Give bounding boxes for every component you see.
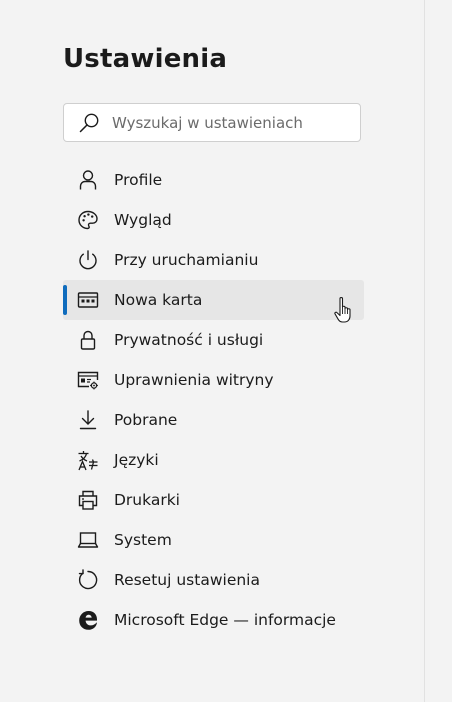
sidebar-item-about[interactable]: Microsoft Edge — informacje: [63, 600, 364, 640]
sidebar-item-label: Microsoft Edge — informacje: [114, 611, 336, 629]
sidebar-item-reset[interactable]: Resetuj ustawienia: [63, 560, 364, 600]
search-box[interactable]: [63, 103, 361, 142]
hand-pointer-cursor-icon: [334, 296, 351, 323]
power-icon: [79, 250, 97, 270]
sidebar-item-label: Prywatność i usługi: [114, 331, 264, 349]
sidebar-item-label: Języki: [114, 451, 159, 469]
laptop-icon: [77, 532, 99, 548]
sidebar-item-printers[interactable]: Drukarki: [63, 480, 364, 520]
sidebar-item-label: Resetuj ustawienia: [114, 571, 260, 589]
sidebar-item-downloads[interactable]: Pobrane: [63, 400, 364, 440]
sidebar-item-appearance[interactable]: Wygląd: [63, 200, 364, 240]
sidebar-item-label: Wygląd: [114, 211, 172, 229]
sidebar-item-system[interactable]: System: [63, 520, 364, 560]
sidebar-item-label: Przy uruchamianiu: [114, 251, 259, 269]
palette-icon: [78, 210, 98, 230]
download-icon: [79, 410, 97, 430]
sidebar-item-new-tab[interactable]: Nowa karta: [63, 280, 364, 320]
sidebar-item-startup[interactable]: Przy uruchamianiu: [63, 240, 364, 280]
selection-indicator: [63, 285, 67, 315]
sidebar-item-site-permissions[interactable]: Uprawnienia witryny: [63, 360, 364, 400]
site-permissions-icon: [77, 371, 99, 390]
reset-icon: [78, 569, 98, 590]
page-title: Ustawienia: [63, 44, 228, 74]
sidebar-item-label: Pobrane: [114, 411, 178, 429]
sidebar-item-privacy[interactable]: Prywatność i usługi: [63, 320, 364, 360]
languages-icon: [78, 451, 98, 471]
sidebar-item-label: System: [114, 531, 172, 549]
search-icon: [79, 113, 99, 133]
new-tab-icon: [77, 292, 99, 308]
search-input[interactable]: [112, 104, 352, 141]
printer-icon: [78, 490, 98, 510]
sidebar-item-label: Profile: [114, 171, 163, 189]
sidebar-item-label: Drukarki: [114, 491, 180, 509]
sidebar-item-label: Nowa karta: [114, 291, 203, 309]
sidebar-item-profile[interactable]: Profile: [63, 160, 364, 200]
sidebar-item-languages[interactable]: Języki: [63, 440, 364, 480]
lock-icon: [80, 330, 96, 350]
person-icon: [79, 170, 97, 190]
sidebar-item-label: Uprawnienia witryny: [114, 371, 274, 389]
settings-nav: Profile Wygląd Przy uruchamianiu Nowa ka…: [63, 160, 364, 640]
pane-divider: [424, 0, 425, 702]
edge-logo-icon: [79, 611, 97, 630]
